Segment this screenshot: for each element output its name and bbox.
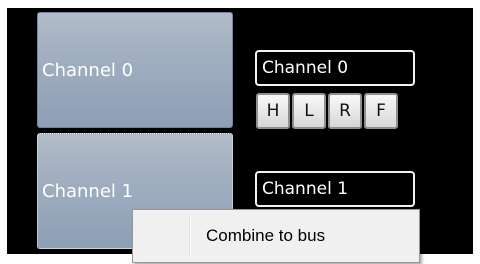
- h-button-label: H: [266, 101, 280, 121]
- f-button[interactable]: F: [364, 93, 398, 129]
- menu-item-combine-to-bus[interactable]: Combine to bus: [136, 213, 416, 259]
- l-button[interactable]: L: [292, 93, 326, 129]
- channel-1-name-value: Channel 1: [262, 179, 349, 199]
- channel-0-button[interactable]: Channel 0: [37, 12, 233, 128]
- context-menu: Combine to bus: [132, 209, 420, 263]
- channel-1-button-label: Channel 1: [42, 180, 134, 202]
- channel-0-button-label: Channel 0: [42, 59, 134, 81]
- channel-0-mode-buttons: H L R F: [256, 93, 398, 129]
- h-button[interactable]: H: [256, 93, 290, 129]
- r-button[interactable]: R: [328, 93, 362, 129]
- l-button-label: L: [304, 101, 314, 121]
- f-button-label: F: [376, 101, 386, 121]
- channel-0-name-value: Channel 0: [262, 58, 349, 78]
- menu-item-label: Combine to bus: [206, 226, 326, 245]
- channel-1-name-field[interactable]: Channel 1: [255, 171, 415, 207]
- channel-0-name-field[interactable]: Channel 0: [255, 50, 415, 86]
- r-button-label: R: [339, 101, 351, 121]
